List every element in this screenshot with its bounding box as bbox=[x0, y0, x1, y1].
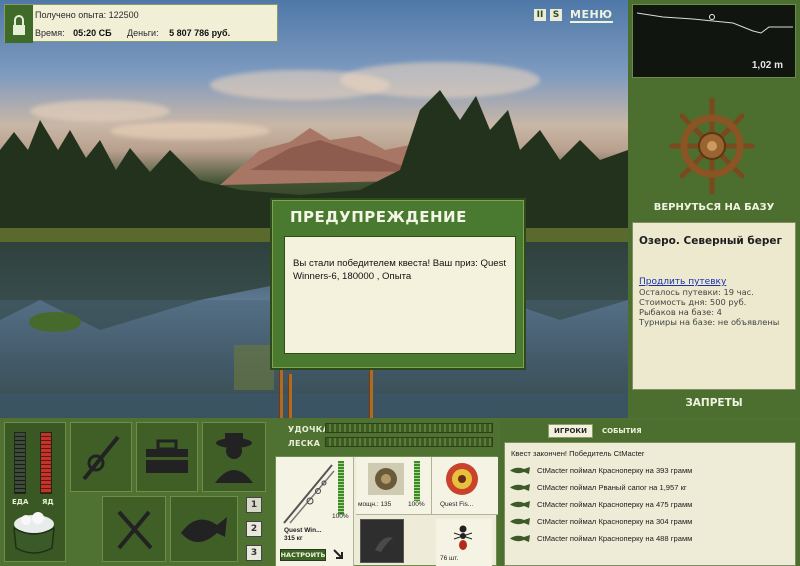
money-label: Деньги: bbox=[127, 28, 159, 38]
line-tension-label: ЛЕСКА bbox=[288, 439, 321, 448]
rod-tension-bar bbox=[325, 423, 493, 433]
xp-value: 122500 bbox=[108, 10, 139, 20]
fish-cage-button[interactable] bbox=[170, 496, 238, 562]
fish-icon bbox=[181, 517, 227, 542]
page-button-3[interactable]: 3 bbox=[246, 545, 262, 561]
line-tension-bar bbox=[325, 437, 493, 447]
pause-button[interactable]: II bbox=[534, 9, 546, 21]
reel-durability-meter bbox=[414, 461, 420, 501]
line-spool-icon bbox=[446, 463, 478, 495]
menu-button[interactable]: МЕНЮ bbox=[570, 8, 613, 23]
events-list: Квест закончен! Победитель CtMacter CtMa… bbox=[504, 442, 796, 566]
right-panel: 1,02 m ВЕРНУТЬСЯ НА БАЗУ Озеро. Северный… bbox=[628, 0, 800, 418]
list-item: CtMacter поймал Красноперку на 304 грамм bbox=[509, 514, 692, 528]
bait-count: 76 шт. bbox=[440, 555, 459, 562]
fork-knife-icon bbox=[117, 510, 153, 550]
page-button-1[interactable]: 1 bbox=[246, 497, 262, 513]
fish-icon bbox=[510, 534, 530, 542]
reel-slot[interactable]: мощн.: 135 100% bbox=[356, 457, 432, 515]
fish-icon bbox=[510, 483, 530, 491]
food-label: ЕДА bbox=[12, 498, 29, 506]
events-tabs: ИГРОКИ СОБЫТИЯ bbox=[548, 424, 647, 438]
poison-label: ЯД bbox=[42, 498, 54, 506]
depth-gauge: 1,02 m bbox=[632, 4, 796, 78]
rod-durability-meter bbox=[338, 461, 344, 515]
depth-value: 1,02 m bbox=[751, 60, 783, 71]
page-button-2[interactable]: 2 bbox=[246, 521, 262, 537]
dialog-message: Вы стали победителем квеста! Ваш приз: Q… bbox=[284, 236, 516, 354]
fishing-rod-1[interactable] bbox=[279, 368, 283, 418]
time-row: Время: 05:20 СБ bbox=[35, 28, 112, 38]
line-slot[interactable]: Quest Fis... bbox=[432, 457, 498, 515]
bans-button[interactable]: ЗАПРЕТЫ bbox=[628, 397, 800, 409]
return-to-base-button[interactable]: ВЕРНУТЬСЯ НА БАЗУ bbox=[628, 202, 800, 213]
events-panel: ИГРОКИ СОБЫТИЯ Квест закончен! Победител… bbox=[500, 420, 800, 566]
ship-wheel-icon[interactable] bbox=[668, 94, 756, 198]
tab-players[interactable]: ИГРОКИ bbox=[548, 424, 593, 438]
rod-tension-label: УДОЧКА bbox=[288, 425, 330, 434]
xp-label: Получено опыта: bbox=[35, 10, 107, 20]
top-controls: II S МЕНЮ bbox=[534, 6, 613, 24]
time-value: 05:20 СБ bbox=[73, 28, 112, 38]
poison-meter bbox=[40, 432, 52, 494]
event-text: CtMacter поймал Красноперку на 304 грамм bbox=[537, 516, 693, 526]
event-text: CtMacter поймал Красноперку на 488 грамм bbox=[537, 533, 693, 543]
list-item: CtMacter поймал Красноперку на 475 грамм bbox=[509, 497, 692, 511]
list-item: CtMacter поймал Рваный сапог на 1,957 кг bbox=[509, 480, 687, 494]
tab-events[interactable]: СОБЫТИЯ bbox=[597, 425, 647, 437]
fish-icon bbox=[510, 466, 530, 474]
reel-power: мощн.: 135 bbox=[358, 501, 392, 508]
bait-slot[interactable]: 76 шт. bbox=[436, 519, 492, 566]
line-name: Quest Fis... bbox=[440, 501, 474, 508]
food-button[interactable] bbox=[102, 496, 166, 562]
location-title: Озеро. Северный берег bbox=[639, 235, 782, 247]
rod-reel-icon bbox=[82, 435, 120, 481]
fish-icon bbox=[510, 517, 530, 525]
rods-button[interactable] bbox=[70, 422, 132, 492]
day-cost: Стоимость дня: 500 руб. bbox=[639, 297, 747, 307]
xp-row: Получено опыта: 122500 bbox=[35, 10, 139, 20]
ant-bait-icon bbox=[453, 525, 473, 550]
fisherman-button[interactable] bbox=[202, 422, 266, 492]
lock-icon[interactable] bbox=[5, 5, 33, 43]
reel-percent: 100% bbox=[408, 501, 425, 508]
cauldron-icon[interactable] bbox=[8, 510, 60, 560]
rod-percent: 100% bbox=[332, 513, 349, 520]
tackle-box-icon bbox=[146, 439, 188, 473]
location-info: Озеро. Северный берег Продлить путевку О… bbox=[632, 222, 796, 390]
sound-button[interactable]: S bbox=[550, 9, 562, 21]
quest-result: Квест закончен! Победитель CtMacter bbox=[511, 449, 645, 458]
fisherman-icon bbox=[215, 433, 253, 483]
rod-weight: 315 кг bbox=[284, 535, 303, 542]
list-item: CtMacter поймал Красноперку на 488 грамм bbox=[509, 531, 692, 545]
event-text: CtMacter поймал Красноперку на 475 грамм bbox=[537, 499, 693, 509]
float-marker bbox=[709, 14, 715, 20]
extend-permit-link[interactable]: Продлить путевку bbox=[639, 277, 789, 287]
list-item: CtMacter поймал Красноперку на 393 грамм bbox=[509, 463, 692, 477]
hook-icon bbox=[375, 537, 393, 552]
fish-icon bbox=[510, 500, 530, 508]
fishers-count: Рыбаков на базе: 4 bbox=[639, 307, 722, 317]
dialog-title: ПРЕДУПРЕЖДЕНИЕ bbox=[290, 208, 467, 226]
time-label: Время: bbox=[35, 28, 65, 38]
setup-button[interactable]: НАСТРОИТЬ bbox=[280, 549, 326, 561]
tournaments-info: Турниры на базе: не объявлены bbox=[639, 317, 780, 327]
reel-icon bbox=[368, 463, 404, 495]
rod-name: Quest Win... bbox=[284, 527, 322, 534]
tackle-box-button[interactable] bbox=[136, 422, 198, 492]
rod-image-icon bbox=[283, 464, 335, 524]
money-row: Деньги: 5 807 786 руб. bbox=[127, 28, 230, 38]
permit-remaining: Осталось путевки: 19 час. bbox=[639, 287, 754, 297]
money-value: 5 807 786 руб. bbox=[169, 28, 231, 38]
hook-slot[interactable] bbox=[360, 519, 404, 563]
event-text: CtMacter поймал Рваный сапог на 1,957 кг bbox=[537, 482, 687, 492]
event-text: CtMacter поймал Красноперку на 393 грамм bbox=[537, 465, 693, 475]
fishing-rod-2[interactable] bbox=[288, 374, 292, 418]
warning-dialog[interactable]: ПРЕДУПРЕЖДЕНИЕ Вы стали победителем квес… bbox=[270, 198, 526, 370]
food-meter bbox=[14, 432, 26, 494]
arrow-down-right-icon[interactable] bbox=[332, 548, 344, 560]
fishing-rod-3[interactable] bbox=[369, 370, 373, 418]
player-info-panel: Получено опыта: 122500 Время: 05:20 СБ Д… bbox=[4, 4, 278, 43]
